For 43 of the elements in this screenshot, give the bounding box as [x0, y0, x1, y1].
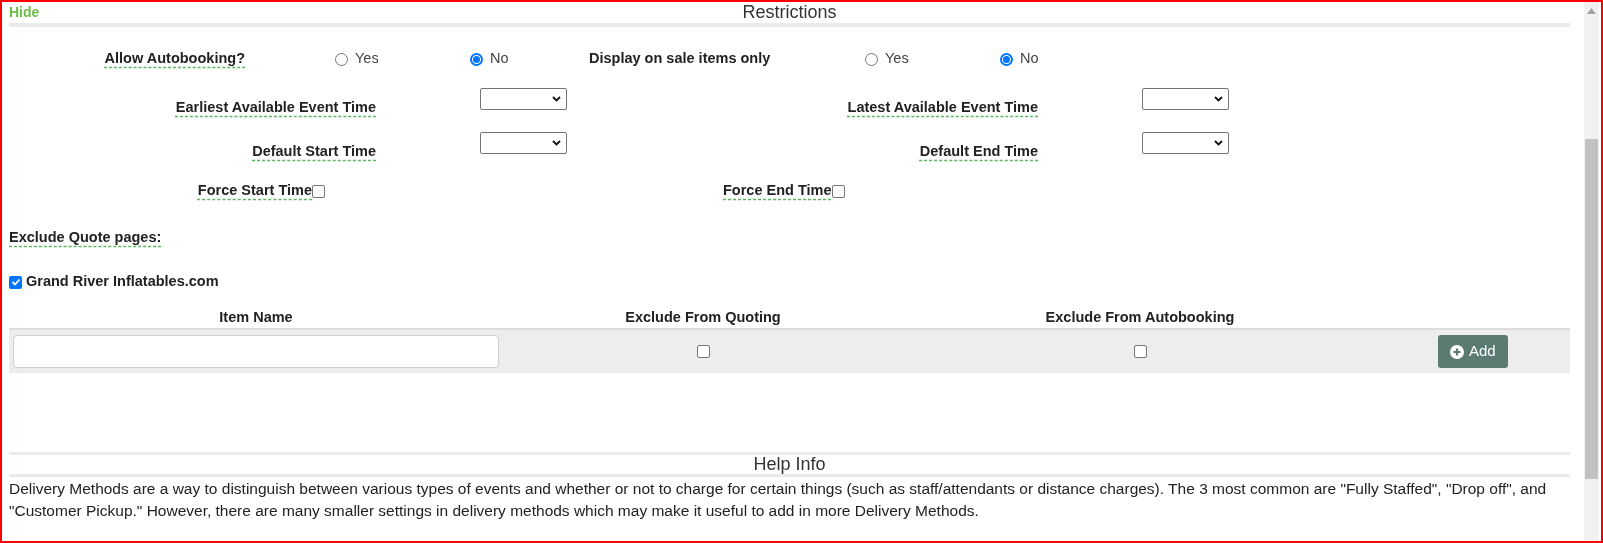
- field-label: Default End Time: [919, 143, 1038, 160]
- checkbox[interactable]: [312, 184, 325, 198]
- section-label: Exclude Quote pages:: [9, 228, 162, 248]
- option-label: Yes: [355, 49, 379, 69]
- chevron-down-icon: [1214, 96, 1223, 102]
- checkbox[interactable]: [9, 275, 22, 289]
- field-label: Force End Time: [723, 181, 832, 201]
- column-header: Exclude From Quoting: [625, 308, 781, 325]
- column-header: Item Name: [219, 308, 293, 325]
- radio-button[interactable]: [865, 52, 878, 66]
- checkbox[interactable]: [696, 345, 710, 358]
- scrollbar-thumb[interactable]: [1585, 139, 1598, 479]
- field-label: Force Start Time: [197, 181, 312, 201]
- option-label: No: [1020, 49, 1039, 69]
- field-label: Latest Available Event Time: [847, 99, 1038, 116]
- dropdown[interactable]: [1142, 88, 1229, 110]
- chevron-down-icon: [1214, 140, 1223, 146]
- column-header: Exclude From Autobooking: [1045, 308, 1235, 325]
- dropdown[interactable]: [480, 132, 567, 154]
- scroll-up-icon[interactable]: [1587, 8, 1596, 14]
- field-label: Default Start Time: [252, 143, 376, 160]
- section-title: Restrictions: [742, 1, 837, 24]
- plus-circle-icon: [1450, 344, 1464, 359]
- checkbox-label: Grand River Inflatables.com: [26, 272, 219, 292]
- field-label: Display on sale items only: [589, 50, 771, 67]
- checkbox[interactable]: [831, 184, 845, 198]
- item-name-field[interactable]: [13, 335, 499, 368]
- scrollbar[interactable]: [1584, 2, 1599, 541]
- radio-button[interactable]: [470, 52, 483, 66]
- checkbox[interactable]: [1133, 345, 1147, 358]
- radio-button[interactable]: [335, 52, 348, 66]
- option-label: No: [490, 49, 509, 69]
- help-text: Delivery Methods are a way to distinguish between various types of events and whether or not to charge for certain things (such as staff/attendants or distance charges). The 3 most common are "Fully Staffed", "Drop off", and "Customer Pickup." However, there are many smaller settings in delivery methods which may make it useful to add in more Delivery Methods.: [9, 479, 1548, 521]
- field-label: Allow Autobooking?: [104, 50, 245, 67]
- field-label: Earliest Available Event Time: [175, 99, 376, 116]
- dropdown[interactable]: [480, 88, 567, 110]
- radio-button[interactable]: [1000, 52, 1013, 66]
- dropdown[interactable]: [1142, 132, 1229, 154]
- option-label: Yes: [885, 49, 909, 69]
- chevron-down-icon: [552, 96, 561, 102]
- chevron-down-icon: [552, 140, 561, 146]
- section-title: Help Info: [753, 453, 826, 476]
- add-button[interactable]: Add: [1438, 335, 1508, 368]
